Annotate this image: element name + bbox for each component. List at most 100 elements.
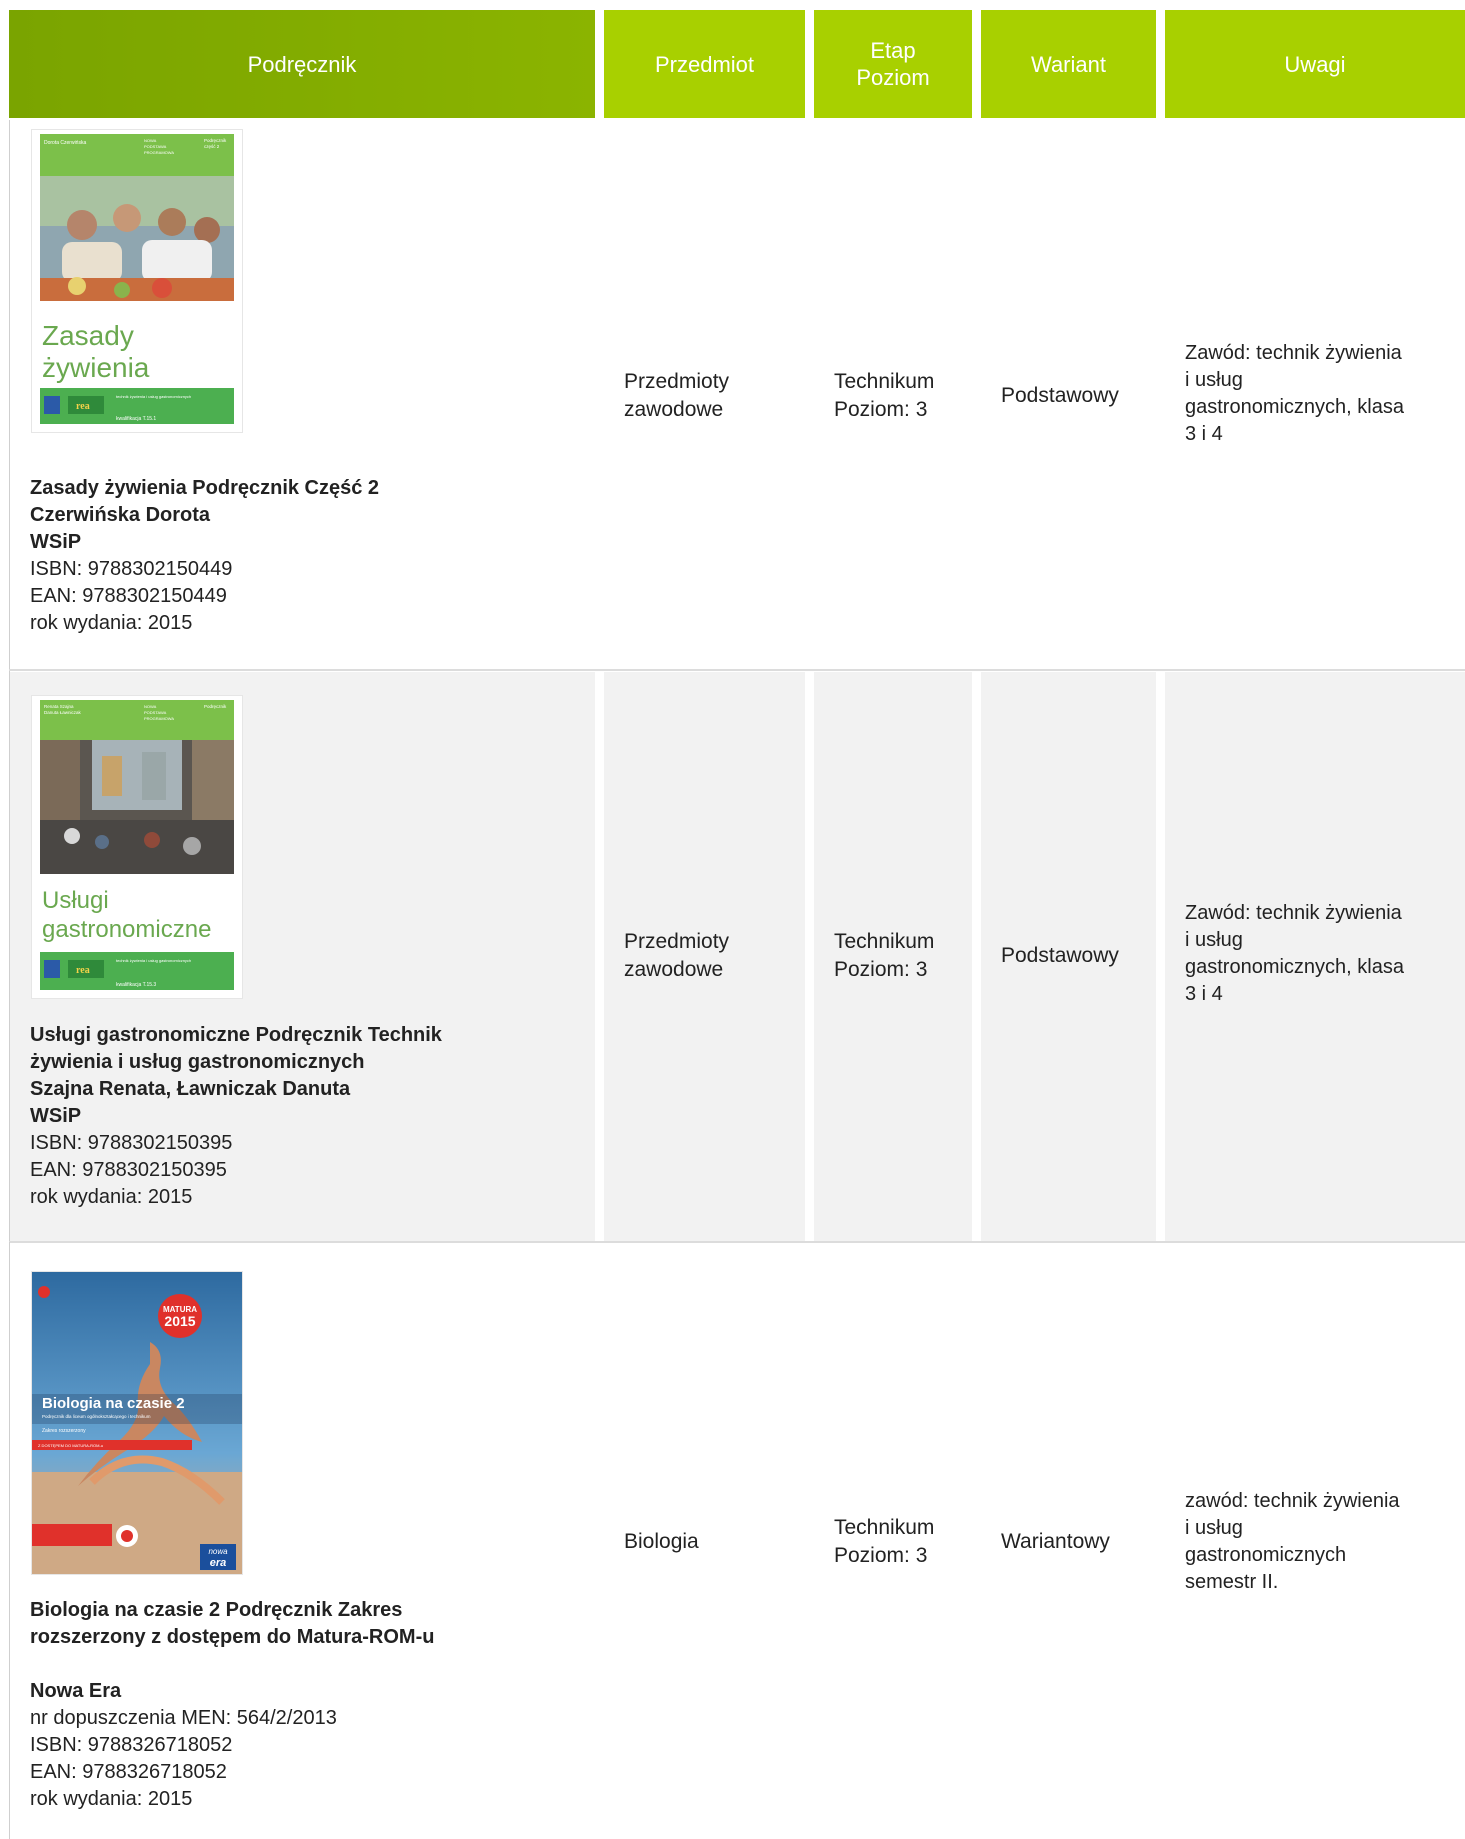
book-title-line2[interactable]: żywienia i usług gastronomicznych xyxy=(30,1049,570,1076)
book-ean: EAN: 9788302150395 xyxy=(30,1159,227,1181)
subject-cell: Biologia xyxy=(604,1242,805,1839)
etap-text: Technikum Poziom: 3 xyxy=(834,928,934,984)
etap-cell: Technikum Poziom: 3 xyxy=(814,672,972,1242)
etap-line2: Poziom: 3 xyxy=(834,398,928,421)
book-title[interactable]: Zasady żywienia Podręcznik Część 2 xyxy=(30,475,570,502)
subject-cell: Przedmioty zawodowe xyxy=(604,120,805,672)
book-year: rok wydania: 2015 xyxy=(30,1186,193,1208)
book-title-line2[interactable]: rozszerzony z dostępem do Matura-ROM-u xyxy=(30,1624,570,1651)
notes-line4: 3 i 4 xyxy=(1185,423,1223,445)
subject-cell: Przedmioty zawodowe xyxy=(604,672,805,1242)
book-description: Biologia na czasie 2 Podręcznik Zakres r… xyxy=(30,1597,570,1813)
header-subject-label: Przedmiot xyxy=(654,51,755,77)
header-uwagi: Uwagi xyxy=(1165,10,1465,118)
table-row: Dorota Czerwińska NOWA PODSTAWA PROGRAMO… xyxy=(9,120,1465,672)
notes-line2: i usług xyxy=(1185,929,1243,951)
notes-line2: i usług xyxy=(1185,1517,1243,1539)
cover-access: Z DOSTĘPEM DO MATURA-ROM-u xyxy=(38,1443,103,1448)
cover-tag2: PODSTAWA xyxy=(144,710,167,715)
etap-line2: Poziom: 3 xyxy=(834,1544,928,1567)
subject-text: Przedmioty zawodowe xyxy=(624,368,729,424)
etap-line1: Technikum xyxy=(834,930,935,953)
header-book-label: Podręcznik xyxy=(247,51,357,77)
etap-line1: Technikum xyxy=(834,1516,935,1539)
cover-badge1: Podręcznik xyxy=(204,704,227,709)
notes-cell: Zawód: technik żywienia i usług gastrono… xyxy=(1165,120,1465,672)
etap-line1: Technikum xyxy=(834,370,935,393)
etap-cell: Technikum Poziom: 3 xyxy=(814,1242,972,1839)
notes-line1: Zawód: technik żywienia xyxy=(1185,902,1402,924)
cover-tag1: NOWA xyxy=(144,138,157,143)
cover-qualification: kwalifikacja T.15.3 xyxy=(116,982,156,988)
cover-qualification: kwalifikacja T.15.1 xyxy=(116,416,156,422)
book-author: Czerwińska Dorota xyxy=(30,504,211,526)
variant-text: Podstawowy xyxy=(1001,384,1119,407)
book-title-line1[interactable]: Biologia na czasie 2 Podręcznik Zakres xyxy=(30,1597,570,1624)
row-divider xyxy=(9,669,1465,671)
cover-tag3: PROGRAMOWA xyxy=(144,716,174,721)
variant-text: Podstawowy xyxy=(1001,944,1119,967)
notes-text: Zawód: technik żywienia i usług gastrono… xyxy=(1185,900,1404,1008)
book-cell: Renata Szajna Danuta Ławniczak NOWA PODS… xyxy=(9,672,595,1242)
cover-logo-era: era xyxy=(210,1557,227,1569)
book-cell: MATURA 2015 Biologia na czasie 2 Podręcz… xyxy=(9,1242,595,1839)
book-cover-image[interactable]: Renata Szajna Danuta Ławniczak NOWA PODS… xyxy=(32,696,242,998)
subject-line2: zawodowe xyxy=(624,398,724,421)
cover-range: Zakres rozszerzony xyxy=(42,1428,86,1434)
variant-cell: Podstawowy xyxy=(981,672,1156,1242)
book-publisher: WSiP xyxy=(30,531,82,553)
book-isbn: ISBN: 9788302150395 xyxy=(30,1132,233,1154)
notes-cell: zawód: technik żywienia i usług gastrono… xyxy=(1165,1242,1465,1839)
book-description: Zasady żywienia Podręcznik Część 2 Czerw… xyxy=(30,475,570,637)
variant-text: Wariantowy xyxy=(1001,1530,1110,1553)
book-cover-image[interactable]: MATURA 2015 Biologia na czasie 2 Podręcz… xyxy=(32,1272,242,1574)
book-year: rok wydania: 2015 xyxy=(30,612,193,634)
cover-badge-year: 2015 xyxy=(164,1313,195,1329)
book-description: Usługi gastronomiczne Podręcznik Technik… xyxy=(30,1022,570,1211)
notes-line4: 3 i 4 xyxy=(1185,983,1223,1005)
book-author: Szajna Renata, Ławniczak Danuta xyxy=(30,1078,351,1100)
subject-text: Przedmioty zawodowe xyxy=(624,928,729,984)
book-cell: Dorota Czerwińska NOWA PODSTAWA PROGRAMO… xyxy=(9,120,595,672)
subject-line1: Przedmioty xyxy=(624,370,730,393)
cover-qual-line: technik żywienia i usług gastronomicznyc… xyxy=(116,958,191,963)
notes-line3: gastronomicznych, klasa xyxy=(1185,396,1404,418)
cover-logo-nowa: nowa xyxy=(208,1547,228,1556)
table-row: MATURA 2015 Biologia na czasie 2 Podręcz… xyxy=(9,1242,1465,1839)
book-ean: EAN: 9788326718052 xyxy=(30,1761,227,1783)
book-title-line1[interactable]: Usługi gastronomiczne Podręcznik Technik xyxy=(30,1022,570,1049)
notes-line2: i usług xyxy=(1185,369,1243,391)
cover-author1: Renata Szajna xyxy=(44,704,74,709)
header-etap-line2: Poziom xyxy=(856,65,930,90)
cover-author2: Danuta Ławniczak xyxy=(44,710,82,715)
cover-tag3: PROGRAMOWA xyxy=(144,150,174,155)
header-etap-line1: Etap xyxy=(870,38,916,63)
cover-title2: gastronomiczne xyxy=(42,916,211,943)
book-publisher: Nowa Era xyxy=(30,1680,122,1702)
cover-logo-rea: rea xyxy=(76,401,90,412)
header-etap-label: Etap Poziom xyxy=(856,37,929,91)
subject-line1: Przedmioty xyxy=(624,930,730,953)
variant-cell: Wariantowy xyxy=(981,1242,1156,1839)
cover-qual-line: technik żywienia i usług gastronomicznyc… xyxy=(116,394,191,399)
header-podrecznik: Podręcznik xyxy=(9,10,595,118)
cover-author: Dorota Czerwińska xyxy=(44,140,86,146)
table-header: Podręcznik Przedmiot Etap Poziom Wariant… xyxy=(9,10,1465,118)
header-etap: Etap Poziom xyxy=(814,10,972,118)
variant-cell: Podstawowy xyxy=(981,120,1156,672)
header-wariant: Wariant xyxy=(981,10,1156,118)
header-notes-label: Uwagi xyxy=(1284,51,1346,77)
header-variant-label: Wariant xyxy=(1031,51,1106,77)
cover-title1: Zasady xyxy=(42,320,134,351)
etap-text: Technikum Poziom: 3 xyxy=(834,1514,934,1570)
header-przedmiot: Przedmiot xyxy=(604,10,805,118)
cover-tag2: PODSTAWA xyxy=(144,144,167,149)
subject-line2: zawodowe xyxy=(624,958,724,981)
notes-line4: semestr II. xyxy=(1185,1571,1279,1593)
book-cover-image[interactable]: Dorota Czerwińska NOWA PODSTAWA PROGRAMO… xyxy=(32,130,242,432)
notes-text: Zawód: technik żywienia i usług gastrono… xyxy=(1185,340,1404,448)
book-year: rok wydania: 2015 xyxy=(30,1788,193,1810)
etap-line2: Poziom: 3 xyxy=(834,958,928,981)
book-publisher: WSiP xyxy=(30,1105,82,1127)
